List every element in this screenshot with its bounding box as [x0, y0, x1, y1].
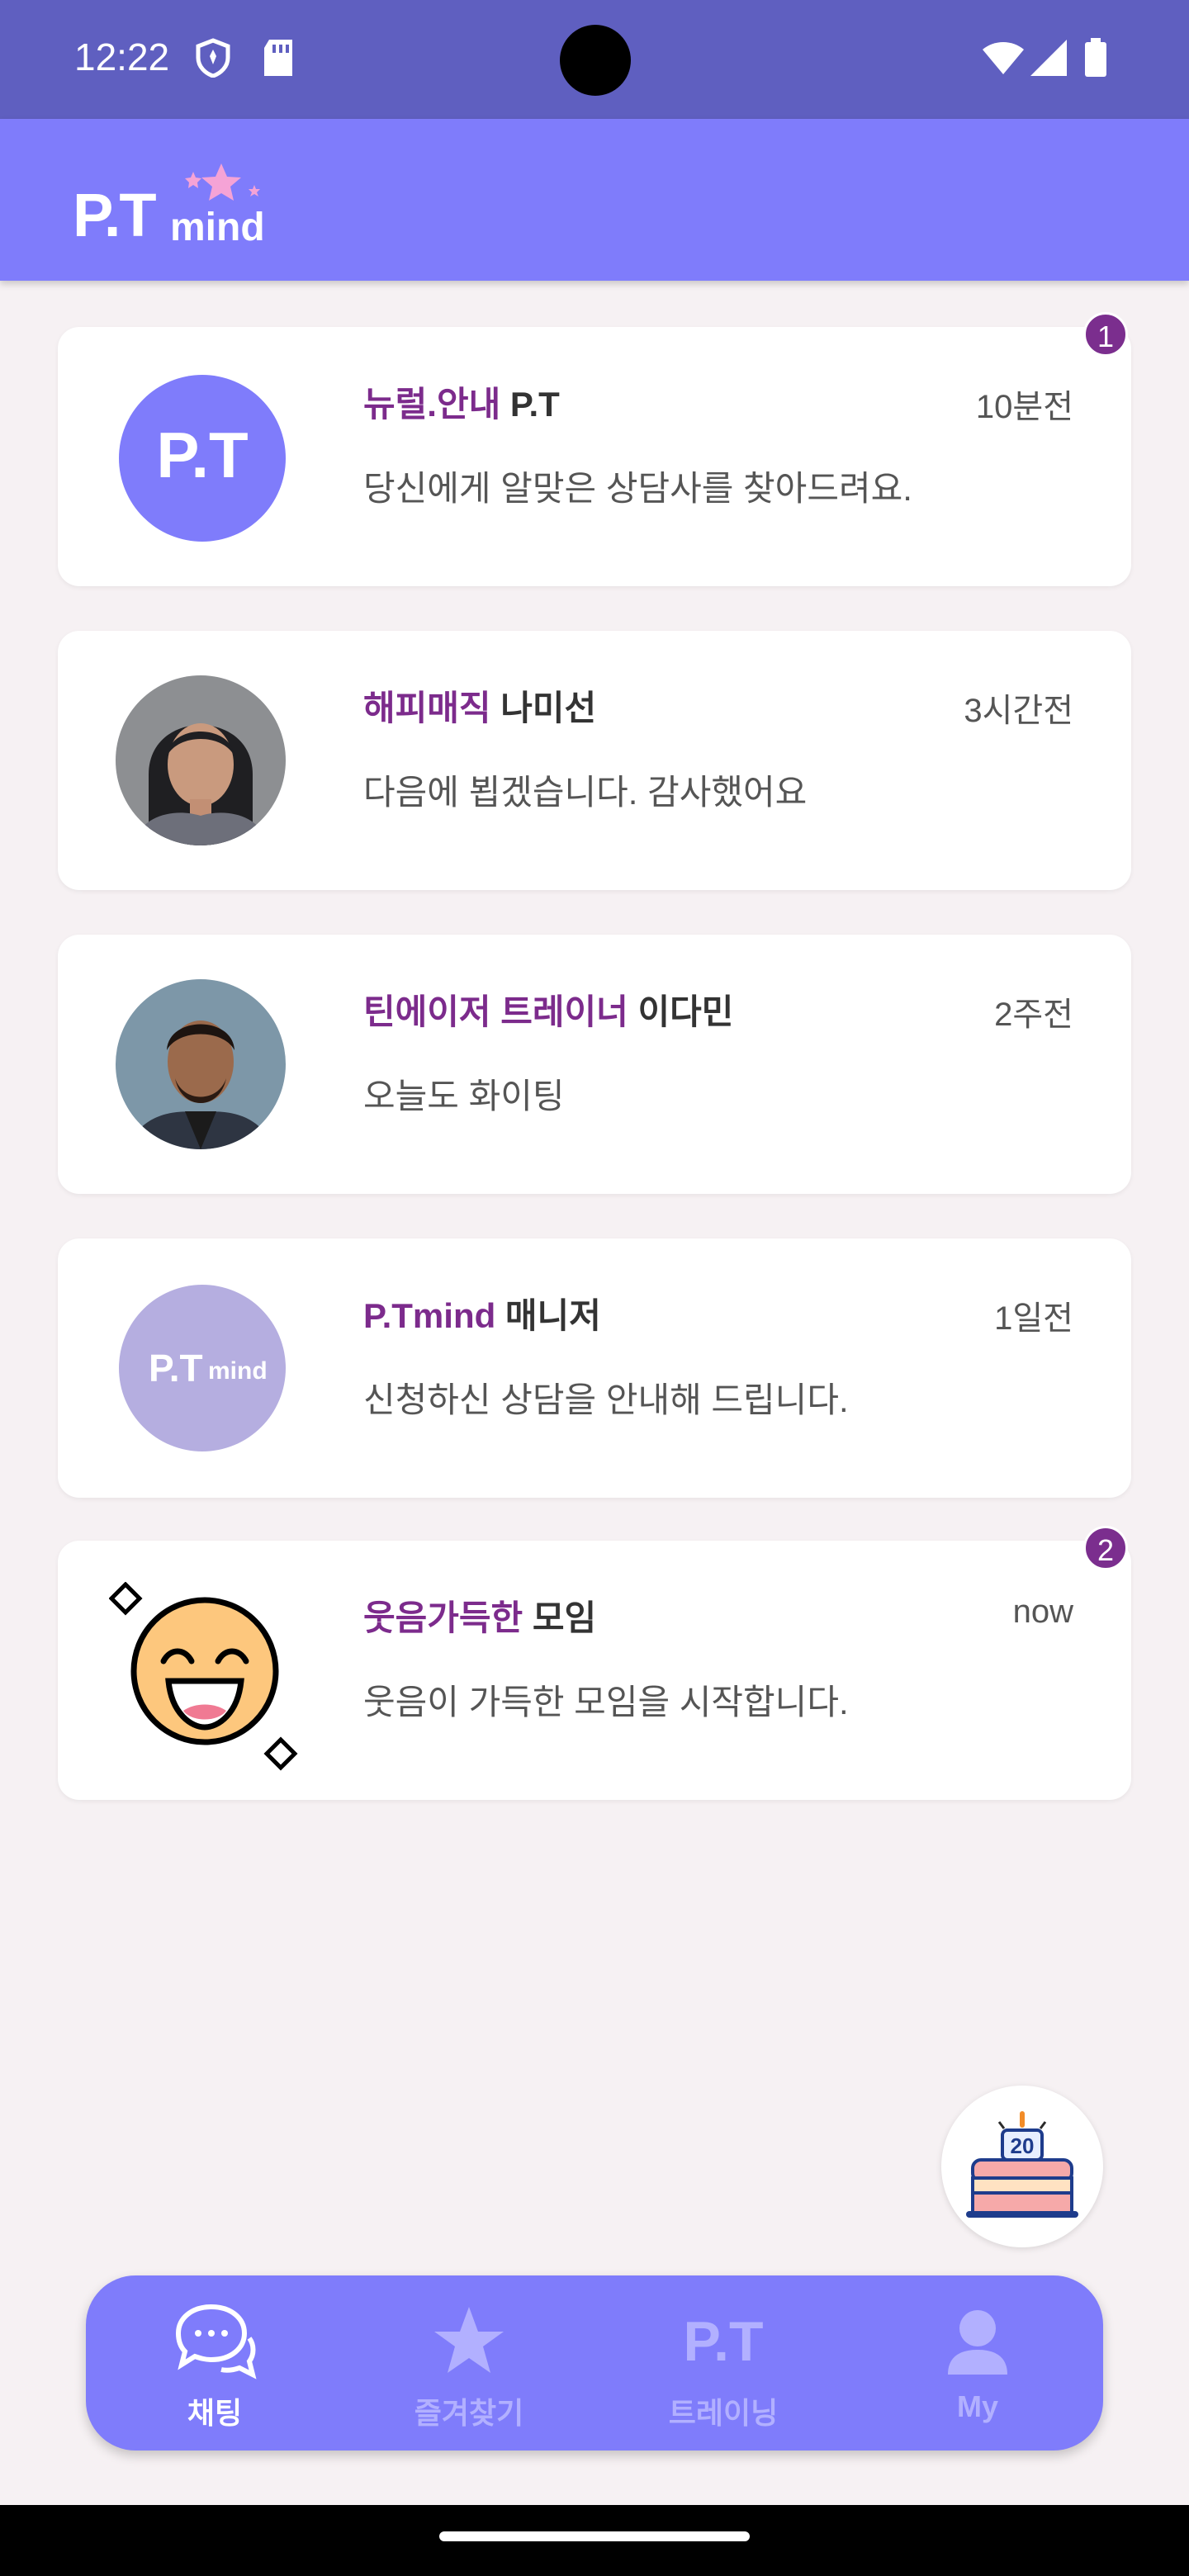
logo-mind-text: mind: [170, 206, 265, 249]
chat-item[interactable]: P.T 뉴럴.안내 P.T 10분전 당신에게 알맞은 상담사를 찾아드려요.: [58, 327, 1131, 586]
nav-tab-chat[interactable]: 채팅: [124, 2300, 306, 2432]
chat-last-message: 다음에 뵙겠습니다. 감사했어요: [363, 773, 808, 812]
chat-item[interactable]: 해피매직 나미선 3시간전 다음에 뵙겠습니다. 감사했어요: [58, 631, 1131, 890]
chat-name: 틴에이저 트레이너 이다민: [363, 984, 733, 1035]
chat-time: now: [1012, 1593, 1073, 1630]
sd-card-icon: [264, 40, 292, 76]
avatar: [116, 675, 286, 845]
chat-name: 뉴럴.안내 P.T: [363, 376, 560, 427]
chat-name: 해피매직 나미선: [363, 680, 596, 731]
chat-time: 3시간전: [964, 693, 1073, 729]
shield-icon: [196, 38, 230, 78]
chat-time: 1일전: [994, 1300, 1073, 1337]
person-photo-icon: [116, 675, 286, 845]
front-camera: [560, 25, 631, 96]
avatar-logo-subtext: mind: [208, 1357, 268, 1385]
birthday-cake-icon: 20: [966, 2111, 1078, 2218]
pt-icon: P.T: [683, 2310, 764, 2373]
avatar: [108, 1581, 299, 1772]
avatar: [116, 979, 286, 1149]
person-photo-icon: [116, 979, 286, 1149]
person-icon: [948, 2310, 1007, 2375]
chat-name-highlight: 틴에이저 트레이너: [363, 992, 628, 1031]
chat-name-highlight: 웃음가득한: [363, 1598, 523, 1637]
status-bar: 12:22: [0, 0, 1189, 119]
birthday-fab-button[interactable]: 20: [941, 2086, 1103, 2247]
chat-name-rest: P.T: [500, 385, 560, 424]
chat-item[interactable]: P.T mind P.Tmind 매니저 1일전 신청하신 상담을 안내해 드립…: [58, 1238, 1131, 1498]
nav-tab-my[interactable]: My: [887, 2300, 1068, 2432]
app-logo[interactable]: P.T mind: [73, 155, 271, 254]
chat-item[interactable]: 틴에이저 트레이너 이다민 2주전 오늘도 화이팅: [58, 935, 1131, 1194]
logo-stars-icon: [185, 163, 260, 201]
nav-label: 채팅: [187, 2396, 243, 2430]
nav-tab-favorites[interactable]: 즐겨찾기: [378, 2300, 560, 2432]
chat-name: 웃음가득한 모임: [363, 1590, 596, 1641]
nav-label: 즐겨찾기: [414, 2396, 524, 2430]
cake-number: 20: [1011, 2133, 1035, 2158]
nav-label: My: [956, 2389, 998, 2423]
status-time: 12:22: [74, 36, 170, 78]
chat-item[interactable]: 웃음가득한 모임 now 웃음이 가득한 모임을 시작합니다.: [58, 1541, 1131, 1800]
chat-name-rest: 나미선: [490, 689, 597, 727]
avatar-logo-text: P.T: [149, 1347, 203, 1390]
chat-name: P.Tmind 매니저: [363, 1288, 601, 1338]
avatar-logo-text: P.T: [156, 419, 249, 491]
home-gesture-handle[interactable]: [439, 2531, 750, 2541]
battery-icon: [1085, 38, 1106, 77]
chat-last-message: 웃음이 가득한 모임을 시작합니다.: [363, 1683, 849, 1721]
nav-label: 트레이닝: [668, 2396, 779, 2430]
chat-name-rest: 이다민: [628, 992, 734, 1031]
wifi-icon: [983, 42, 1024, 74]
chat-time: 2주전: [994, 997, 1073, 1033]
chat-time: 10분전: [975, 389, 1073, 425]
avatar: P.T: [119, 375, 286, 542]
bottom-navigation: 채팅 즐겨찾기 P.T 트레이닝 My: [86, 2275, 1103, 2451]
unread-badge: 1: [1083, 312, 1128, 357]
chat-last-message: 당신에게 알맞은 상담사를 찾아드려요.: [363, 469, 912, 508]
chat-name-rest: 모임: [523, 1598, 597, 1637]
chat-name-highlight: 뉴럴.안내: [363, 385, 501, 424]
smiley-face-icon: [108, 1581, 298, 1771]
logo-pt-text: P.T: [73, 181, 157, 249]
chat-name-highlight: P.Tmind: [363, 1296, 496, 1335]
chat-last-message: 신청하신 상담을 안내해 드립니다.: [363, 1380, 849, 1419]
unread-badge: 2: [1083, 1526, 1128, 1570]
avatar: P.T mind: [119, 1285, 286, 1451]
nav-tab-training[interactable]: P.T 트레이닝: [632, 2300, 814, 2432]
star-icon: [434, 2307, 504, 2373]
chat-name-highlight: 해피매직: [363, 689, 491, 727]
chat-name-rest: 매니저: [495, 1296, 601, 1335]
chat-bubbles-icon: [175, 2304, 257, 2379]
app-header: P.T mind: [0, 119, 1189, 281]
signal-icon: [1030, 40, 1067, 76]
chat-last-message: 오늘도 화이팅: [363, 1077, 565, 1115]
